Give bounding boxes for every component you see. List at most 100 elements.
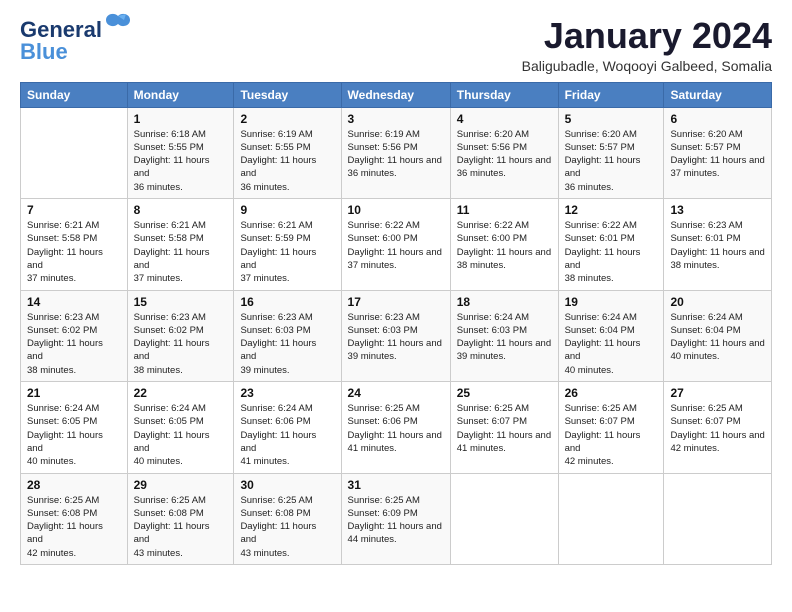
day-info: Sunrise: 6:23 AMSunset: 6:02 PMDaylight:… (134, 311, 228, 377)
day-number: 27 (670, 386, 765, 400)
week-row: 21 Sunrise: 6:24 AMSunset: 6:05 PMDaylig… (21, 382, 772, 473)
day-number: 7 (27, 203, 121, 217)
header-day: Friday (558, 82, 664, 107)
header-day: Saturday (664, 82, 772, 107)
header-day: Monday (127, 82, 234, 107)
calendar-cell: 1 Sunrise: 6:18 AMSunset: 5:55 PMDayligh… (127, 107, 234, 198)
day-number: 4 (457, 112, 552, 126)
day-info: Sunrise: 6:25 AMSunset: 6:06 PMDaylight:… (348, 402, 444, 455)
calendar-cell: 6 Sunrise: 6:20 AMSunset: 5:57 PMDayligh… (664, 107, 772, 198)
day-info: Sunrise: 6:24 AMSunset: 6:06 PMDaylight:… (240, 402, 334, 468)
header-row: SundayMondayTuesdayWednesdayThursdayFrid… (21, 82, 772, 107)
header-day: Tuesday (234, 82, 341, 107)
day-info: Sunrise: 6:25 AMSunset: 6:08 PMDaylight:… (134, 494, 228, 560)
day-number: 30 (240, 478, 334, 492)
day-number: 19 (565, 295, 658, 309)
day-info: Sunrise: 6:23 AMSunset: 6:03 PMDaylight:… (348, 311, 444, 364)
day-info: Sunrise: 6:24 AMSunset: 6:05 PMDaylight:… (27, 402, 121, 468)
calendar-cell (664, 473, 772, 564)
day-info: Sunrise: 6:24 AMSunset: 6:04 PMDaylight:… (565, 311, 658, 377)
day-info: Sunrise: 6:21 AMSunset: 5:59 PMDaylight:… (240, 219, 334, 285)
calendar-cell: 28 Sunrise: 6:25 AMSunset: 6:08 PMDaylig… (21, 473, 128, 564)
day-number: 17 (348, 295, 444, 309)
day-number: 16 (240, 295, 334, 309)
logo: General Blue (20, 16, 132, 63)
day-info: Sunrise: 6:24 AMSunset: 6:05 PMDaylight:… (134, 402, 228, 468)
calendar-cell: 25 Sunrise: 6:25 AMSunset: 6:07 PMDaylig… (450, 382, 558, 473)
header-day: Sunday (21, 82, 128, 107)
day-number: 8 (134, 203, 228, 217)
day-number: 22 (134, 386, 228, 400)
day-info: Sunrise: 6:22 AMSunset: 6:01 PMDaylight:… (565, 219, 658, 285)
header: General Blue January 2024 Baligubadle, W… (20, 16, 772, 74)
calendar-cell: 30 Sunrise: 6:25 AMSunset: 6:08 PMDaylig… (234, 473, 341, 564)
day-info: Sunrise: 6:23 AMSunset: 6:02 PMDaylight:… (27, 311, 121, 377)
calendar-cell: 4 Sunrise: 6:20 AMSunset: 5:56 PMDayligh… (450, 107, 558, 198)
calendar-cell: 21 Sunrise: 6:24 AMSunset: 6:05 PMDaylig… (21, 382, 128, 473)
week-row: 28 Sunrise: 6:25 AMSunset: 6:08 PMDaylig… (21, 473, 772, 564)
calendar-cell: 8 Sunrise: 6:21 AMSunset: 5:58 PMDayligh… (127, 199, 234, 290)
calendar-cell: 10 Sunrise: 6:22 AMSunset: 6:00 PMDaylig… (341, 199, 450, 290)
calendar-cell: 24 Sunrise: 6:25 AMSunset: 6:06 PMDaylig… (341, 382, 450, 473)
day-info: Sunrise: 6:25 AMSunset: 6:08 PMDaylight:… (27, 494, 121, 560)
day-info: Sunrise: 6:24 AMSunset: 6:03 PMDaylight:… (457, 311, 552, 364)
week-row: 14 Sunrise: 6:23 AMSunset: 6:02 PMDaylig… (21, 290, 772, 381)
day-info: Sunrise: 6:25 AMSunset: 6:08 PMDaylight:… (240, 494, 334, 560)
day-number: 6 (670, 112, 765, 126)
day-number: 28 (27, 478, 121, 492)
day-number: 11 (457, 203, 552, 217)
calendar-cell (558, 473, 664, 564)
day-number: 2 (240, 112, 334, 126)
calendar-cell: 3 Sunrise: 6:19 AMSunset: 5:56 PMDayligh… (341, 107, 450, 198)
day-number: 3 (348, 112, 444, 126)
calendar-cell: 19 Sunrise: 6:24 AMSunset: 6:04 PMDaylig… (558, 290, 664, 381)
day-number: 13 (670, 203, 765, 217)
day-info: Sunrise: 6:22 AMSunset: 6:00 PMDaylight:… (457, 219, 552, 272)
day-info: Sunrise: 6:25 AMSunset: 6:07 PMDaylight:… (457, 402, 552, 455)
day-number: 9 (240, 203, 334, 217)
calendar-cell: 29 Sunrise: 6:25 AMSunset: 6:08 PMDaylig… (127, 473, 234, 564)
day-number: 21 (27, 386, 121, 400)
day-number: 12 (565, 203, 658, 217)
day-info: Sunrise: 6:20 AMSunset: 5:57 PMDaylight:… (565, 128, 658, 194)
header-day: Thursday (450, 82, 558, 107)
day-number: 24 (348, 386, 444, 400)
header-day: Wednesday (341, 82, 450, 107)
month-title: January 2024 (522, 16, 772, 56)
day-number: 5 (565, 112, 658, 126)
day-info: Sunrise: 6:21 AMSunset: 5:58 PMDaylight:… (27, 219, 121, 285)
day-info: Sunrise: 6:25 AMSunset: 6:07 PMDaylight:… (565, 402, 658, 468)
calendar-cell (450, 473, 558, 564)
day-info: Sunrise: 6:21 AMSunset: 5:58 PMDaylight:… (134, 219, 228, 285)
logo-bird-icon (104, 12, 132, 34)
calendar-cell: 13 Sunrise: 6:23 AMSunset: 6:01 PMDaylig… (664, 199, 772, 290)
calendar-cell: 16 Sunrise: 6:23 AMSunset: 6:03 PMDaylig… (234, 290, 341, 381)
calendar-cell: 5 Sunrise: 6:20 AMSunset: 5:57 PMDayligh… (558, 107, 664, 198)
calendar-cell: 11 Sunrise: 6:22 AMSunset: 6:00 PMDaylig… (450, 199, 558, 290)
logo-blue: Blue (20, 41, 68, 63)
day-info: Sunrise: 6:22 AMSunset: 6:00 PMDaylight:… (348, 219, 444, 272)
calendar-cell: 14 Sunrise: 6:23 AMSunset: 6:02 PMDaylig… (21, 290, 128, 381)
day-number: 29 (134, 478, 228, 492)
day-info: Sunrise: 6:19 AMSunset: 5:56 PMDaylight:… (348, 128, 444, 181)
calendar-cell: 9 Sunrise: 6:21 AMSunset: 5:59 PMDayligh… (234, 199, 341, 290)
calendar-cell: 26 Sunrise: 6:25 AMSunset: 6:07 PMDaylig… (558, 382, 664, 473)
calendar-cell: 12 Sunrise: 6:22 AMSunset: 6:01 PMDaylig… (558, 199, 664, 290)
day-number: 20 (670, 295, 765, 309)
calendar-cell (21, 107, 128, 198)
day-info: Sunrise: 6:25 AMSunset: 6:09 PMDaylight:… (348, 494, 444, 547)
day-info: Sunrise: 6:20 AMSunset: 5:57 PMDaylight:… (670, 128, 765, 181)
day-info: Sunrise: 6:19 AMSunset: 5:55 PMDaylight:… (240, 128, 334, 194)
calendar-cell: 15 Sunrise: 6:23 AMSunset: 6:02 PMDaylig… (127, 290, 234, 381)
calendar-cell: 20 Sunrise: 6:24 AMSunset: 6:04 PMDaylig… (664, 290, 772, 381)
title-block: January 2024 Baligubadle, Woqooyi Galbee… (522, 16, 772, 74)
calendar-cell: 27 Sunrise: 6:25 AMSunset: 6:07 PMDaylig… (664, 382, 772, 473)
calendar-table: SundayMondayTuesdayWednesdayThursdayFrid… (20, 82, 772, 565)
calendar-cell: 22 Sunrise: 6:24 AMSunset: 6:05 PMDaylig… (127, 382, 234, 473)
location: Baligubadle, Woqooyi Galbeed, Somalia (522, 58, 772, 74)
day-number: 18 (457, 295, 552, 309)
calendar-cell: 17 Sunrise: 6:23 AMSunset: 6:03 PMDaylig… (341, 290, 450, 381)
calendar-cell: 7 Sunrise: 6:21 AMSunset: 5:58 PMDayligh… (21, 199, 128, 290)
day-number: 31 (348, 478, 444, 492)
day-info: Sunrise: 6:24 AMSunset: 6:04 PMDaylight:… (670, 311, 765, 364)
